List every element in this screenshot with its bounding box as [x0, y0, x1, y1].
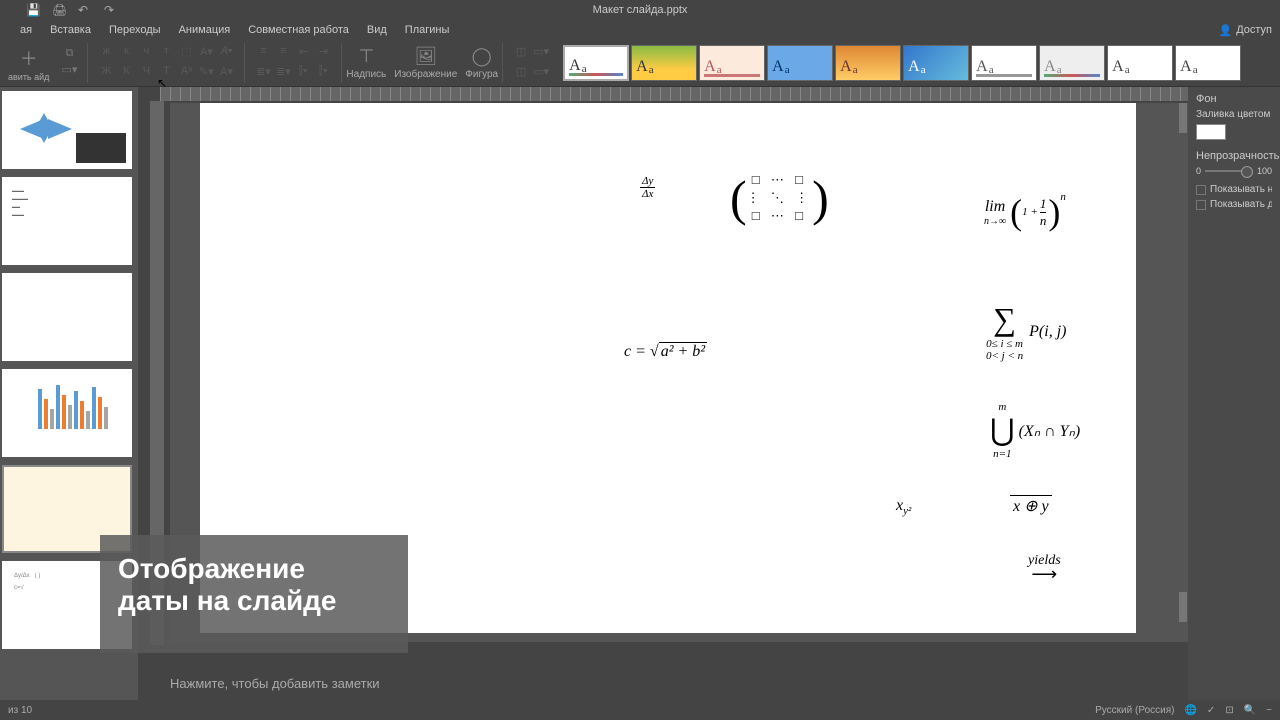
- theme-4[interactable]: Aa: [767, 45, 833, 81]
- shape-button[interactable]: ◯ Фигура: [465, 46, 498, 80]
- vertical-scrollbar[interactable]: [1176, 103, 1188, 642]
- menu-view[interactable]: Вид: [367, 24, 387, 36]
- titlebar: Макет слайда.pptx: [0, 0, 1280, 20]
- slide-counter: из 10: [8, 705, 32, 716]
- theme-5[interactable]: Aa: [835, 45, 901, 81]
- menu-insert[interactable]: Вставка: [50, 24, 91, 36]
- shape-icon: ◯: [472, 46, 492, 67]
- show-date-check[interactable]: Показывать дату и: [1196, 199, 1272, 210]
- spell-icon[interactable]: ✓: [1207, 705, 1215, 716]
- redo-icon[interactable]: [104, 3, 118, 17]
- notes-area[interactable]: Нажмите, чтобы добавить заметки: [170, 670, 1180, 700]
- thumb-4[interactable]: [2, 369, 132, 457]
- theme-10[interactable]: Aa: [1175, 45, 1241, 81]
- right-panel: Фон Заливка цветом Непрозрачность 0 100 …: [1188, 87, 1280, 700]
- color-swatch[interactable]: [1196, 124, 1226, 140]
- person-icon: [1218, 24, 1232, 37]
- theme-8[interactable]: Aa: [1039, 45, 1105, 81]
- globe-icon[interactable]: 🌐: [1184, 705, 1196, 716]
- thumb-3[interactable]: [2, 273, 132, 361]
- textbox-button[interactable]: ⊤ Надпись: [346, 46, 386, 80]
- menu-plugins[interactable]: Плагины: [405, 24, 450, 36]
- opacity-slider[interactable]: 0 100: [1196, 166, 1272, 176]
- zoom-icon[interactable]: 🔍: [1244, 705, 1256, 716]
- add-slide-button[interactable]: ＋ авить айд: [8, 45, 49, 82]
- undo-icon[interactable]: [78, 3, 92, 17]
- theme-7[interactable]: Aa: [971, 45, 1037, 81]
- language-status[interactable]: Русский (Россия): [1095, 705, 1174, 716]
- document-title: Макет слайда.pptx: [593, 4, 688, 16]
- image-button[interactable]: 🖼 Изображение: [394, 46, 457, 80]
- toolbar: ＋ авить айд ⧉ ▭▾ жкчт⬚A▾𝐴▾ ЖКЧТAᵃ✎▾A▾ ≡≡…: [0, 40, 1280, 87]
- caption-overlay: Отображение даты на слайде: [100, 535, 408, 653]
- status-bar: из 10 Русский (Россия) 🌐 ✓ ⊡ 🔍 −: [0, 700, 1280, 720]
- menu-home[interactable]: ая: [20, 24, 32, 36]
- thumb-2[interactable]: ▬▬▬▬▬▬▬▬▬▬▬▬: [2, 177, 132, 265]
- cursor-icon: ↖: [157, 76, 167, 90]
- bg-label: Фон: [1196, 93, 1272, 105]
- thumb-1[interactable]: [2, 91, 132, 169]
- theme-1[interactable]: Aa: [563, 45, 629, 81]
- minus-icon[interactable]: −: [1266, 705, 1272, 716]
- show-number-check[interactable]: Показывать номер: [1196, 184, 1272, 195]
- image-icon: 🖼: [414, 46, 437, 67]
- fit-icon[interactable]: ⊡: [1225, 705, 1233, 716]
- layout-icon[interactable]: ▭▾: [61, 63, 77, 79]
- textbox-icon: ⊤: [359, 46, 375, 67]
- opacity-label: Непрозрачность: [1196, 150, 1272, 162]
- ruler-horizontal: [160, 87, 1266, 101]
- theme-3[interactable]: Aa: [699, 45, 765, 81]
- menu-transitions[interactable]: Переходы: [109, 24, 161, 36]
- copy-icon[interactable]: ⧉: [61, 47, 77, 63]
- menubar: ая Вставка Переходы Анимация Совместная …: [0, 20, 1280, 40]
- theme-9[interactable]: Aa: [1107, 45, 1173, 81]
- plus-icon: ＋: [20, 45, 38, 71]
- menu-collab[interactable]: Совместная работа: [248, 24, 349, 36]
- theme-2[interactable]: Aa: [631, 45, 697, 81]
- share-button[interactable]: Доступ: [1218, 24, 1272, 37]
- theme-6[interactable]: Aa: [903, 45, 969, 81]
- save-icon[interactable]: [26, 3, 40, 17]
- print-icon[interactable]: [52, 3, 66, 17]
- menu-animation[interactable]: Анимация: [179, 24, 231, 36]
- fill-type[interactable]: Заливка цветом: [1196, 109, 1272, 120]
- theme-gallery: Aa Aa Aa Aa Aa Aa Aa Aa Aa Aa: [563, 45, 1241, 81]
